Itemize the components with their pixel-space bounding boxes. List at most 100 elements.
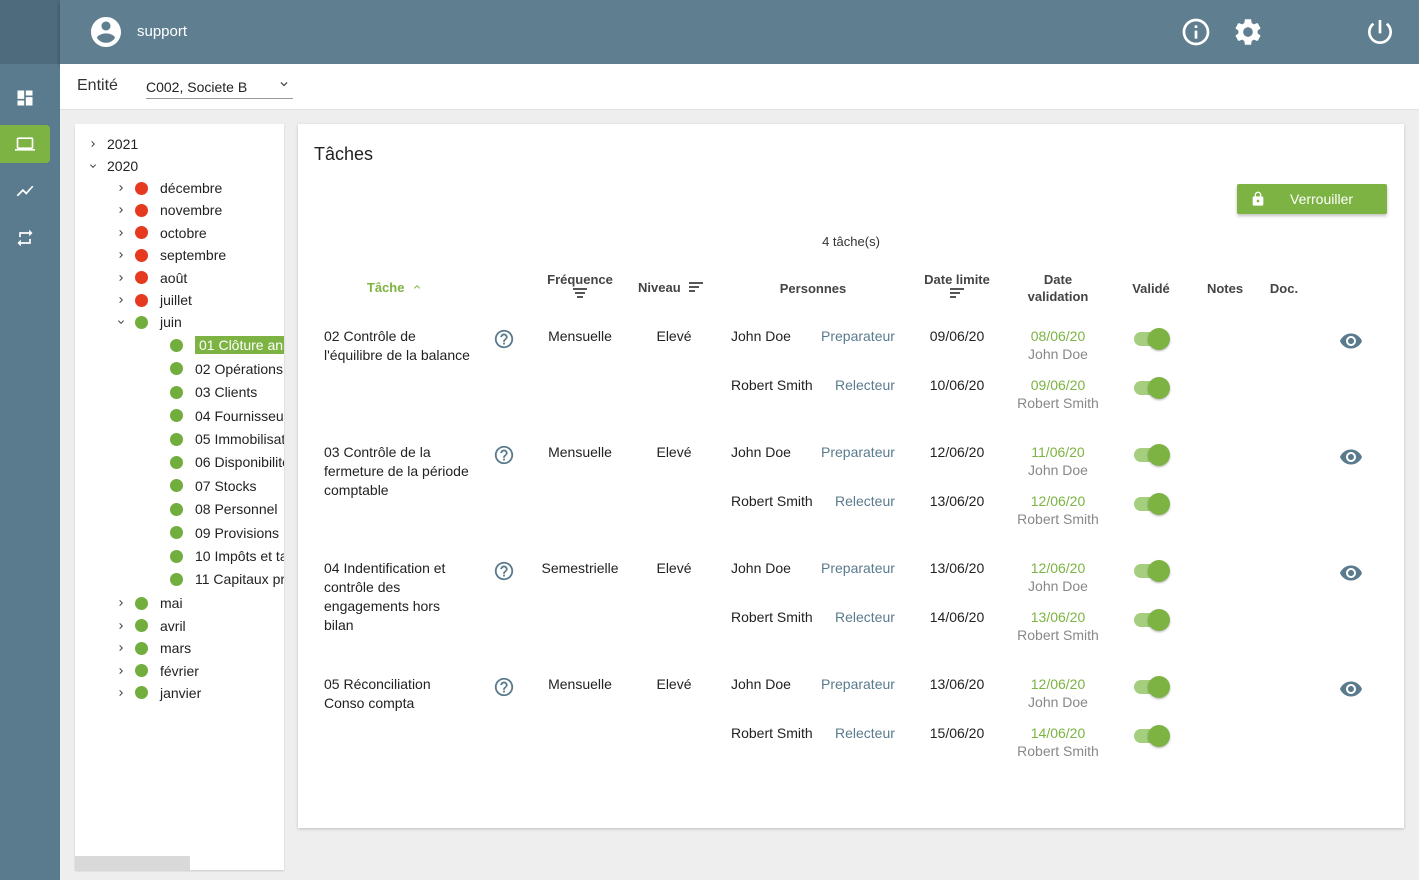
view-eye-icon[interactable] — [1339, 561, 1363, 585]
validated-toggle[interactable] — [1132, 725, 1170, 747]
entity-select-value: C002, Societe B — [146, 79, 248, 95]
validated-toggle[interactable] — [1132, 444, 1170, 466]
entity-select[interactable]: C002, Societe B — [146, 73, 293, 99]
chevron-right-icon[interactable] — [115, 620, 127, 632]
col-header-deadline[interactable]: Date limite — [912, 271, 1002, 298]
col-header-persons[interactable]: Personnes — [758, 280, 868, 297]
chevron-down-icon[interactable] — [115, 316, 127, 328]
validated-by: John Doe — [1028, 578, 1088, 594]
task-name-line: engagements hors — [324, 598, 440, 614]
validated-by: John Doe — [1028, 694, 1088, 710]
tree-node-label: novembre — [160, 202, 223, 219]
info-icon[interactable] — [1180, 16, 1212, 48]
tree-task-item[interactable]: 04 Fournisseurs — [170, 405, 284, 427]
tree-month[interactable]: octobre — [115, 222, 207, 244]
tree-task-item[interactable]: 09 Provisions — [170, 522, 279, 544]
tree-task-item[interactable]: 08 Personnel — [170, 498, 278, 520]
col-header-level[interactable]: Niveau — [638, 279, 710, 296]
tree-year-2020[interactable]: 2020 — [87, 155, 138, 177]
tree-month[interactable]: mars — [115, 637, 191, 659]
tree-month[interactable]: juillet — [115, 289, 192, 311]
power-icon[interactable] — [1364, 16, 1396, 48]
chevron-right-icon[interactable] — [115, 204, 127, 216]
tree-task-item[interactable]: 01 Clôture annuelle — [170, 334, 284, 356]
validated-toggle[interactable] — [1132, 493, 1170, 515]
page-title: Tâches — [314, 144, 374, 164]
validated-toggle[interactable] — [1132, 609, 1170, 631]
tree-task-item[interactable]: 07 Stocks — [170, 475, 256, 497]
tree-month[interactable]: mai — [115, 592, 183, 614]
validated-toggle[interactable] — [1132, 560, 1170, 582]
validated-toggle[interactable] — [1132, 377, 1170, 399]
view-eye-icon[interactable] — [1339, 677, 1363, 701]
status-dot-green — [135, 315, 148, 329]
person-name: John Doe — [731, 676, 791, 692]
dashboard-icon[interactable] — [0, 79, 50, 117]
chevron-right-icon[interactable] — [115, 597, 127, 609]
status-dot-green — [170, 409, 183, 423]
tree-month[interactable]: juin — [115, 311, 182, 333]
deadline-date: 13/06/20 — [929, 676, 985, 692]
chevron-right-icon[interactable] — [115, 642, 127, 654]
tree-year-2021[interactable]: 2021 — [87, 133, 138, 155]
col-header-validated[interactable]: Validé — [1121, 280, 1181, 297]
col-header-doc[interactable]: Doc. — [1260, 280, 1308, 297]
tree-horizontal-scrollbar[interactable] — [75, 856, 190, 870]
tree-task-item[interactable]: 05 Immobilisations — [170, 428, 284, 450]
tree-month[interactable]: avril — [115, 615, 186, 637]
chevron-right-icon[interactable] — [115, 665, 127, 677]
tree-month[interactable]: décembre — [115, 177, 222, 199]
chevron-right-icon[interactable] — [87, 138, 99, 150]
col-header-frequency[interactable]: Fréquence — [540, 271, 620, 298]
rail-logo-area — [0, 0, 60, 64]
view-eye-icon[interactable] — [1339, 445, 1363, 469]
chevron-right-icon[interactable] — [115, 182, 127, 194]
help-icon[interactable] — [493, 444, 515, 466]
tree-month[interactable]: novembre — [115, 199, 222, 221]
tree-node-label: juillet — [160, 292, 192, 308]
toggle-knob — [1148, 377, 1170, 399]
laptop-icon[interactable] — [0, 125, 50, 163]
chevron-down-icon[interactable] — [87, 160, 99, 172]
tree-task-item[interactable]: 02 Opérations diverses — [170, 358, 284, 380]
tree-task-item[interactable]: 11 Capitaux propres — [170, 568, 284, 590]
person-role: Relecteur — [835, 377, 895, 393]
period-tree: 2021 2020 décembre novembre octobre septembre… — [75, 124, 284, 870]
col-header-validation-date[interactable]: Date validation — [1013, 271, 1103, 305]
tree-task-item[interactable]: 06 Disponibilités — [170, 451, 284, 473]
person-role: Preparateur — [821, 328, 895, 344]
chevron-right-icon[interactable] — [115, 249, 127, 261]
deadline-date: 14/06/20 — [929, 609, 985, 625]
tree-month[interactable]: février — [115, 660, 199, 682]
validated-toggle[interactable] — [1132, 328, 1170, 350]
person-role: Preparateur — [821, 676, 895, 692]
task-count: 4 tâche(s) — [822, 234, 880, 249]
sync-icon[interactable] — [0, 219, 50, 257]
tree-month[interactable]: janvier — [115, 682, 201, 704]
status-dot-green — [170, 455, 183, 469]
col-header-notes[interactable]: Notes — [1198, 280, 1252, 297]
tree-task-item[interactable]: 10 Impôts et taxes — [170, 545, 284, 567]
help-icon[interactable] — [493, 676, 515, 698]
chevron-right-icon[interactable] — [115, 272, 127, 284]
view-eye-icon[interactable] — [1339, 329, 1363, 353]
col-header-task[interactable]: Tâche — [360, 279, 430, 296]
settings-icon[interactable] — [1232, 16, 1264, 48]
help-icon[interactable] — [493, 560, 515, 582]
account-circle-icon[interactable] — [88, 14, 124, 50]
chevron-right-icon[interactable] — [115, 294, 127, 306]
lock-button[interactable]: Verrouiller — [1237, 184, 1387, 214]
task-name-line: Conso compta — [324, 695, 415, 711]
status-dot-green — [170, 549, 183, 563]
task-name-line: 05 Réconciliation — [324, 676, 431, 692]
help-icon[interactable] — [493, 328, 515, 350]
tree-task-item[interactable]: 03 Clients — [170, 381, 257, 403]
tree-node-label: avril — [160, 617, 186, 634]
tree-month[interactable]: septembre — [115, 244, 226, 266]
tree-node-label: 06 Disponibilités — [195, 454, 284, 471]
validated-toggle[interactable] — [1132, 676, 1170, 698]
trending-icon[interactable] — [0, 172, 50, 210]
chevron-right-icon[interactable] — [115, 227, 127, 239]
chevron-right-icon[interactable] — [115, 687, 127, 699]
tree-month[interactable]: août — [115, 267, 187, 289]
